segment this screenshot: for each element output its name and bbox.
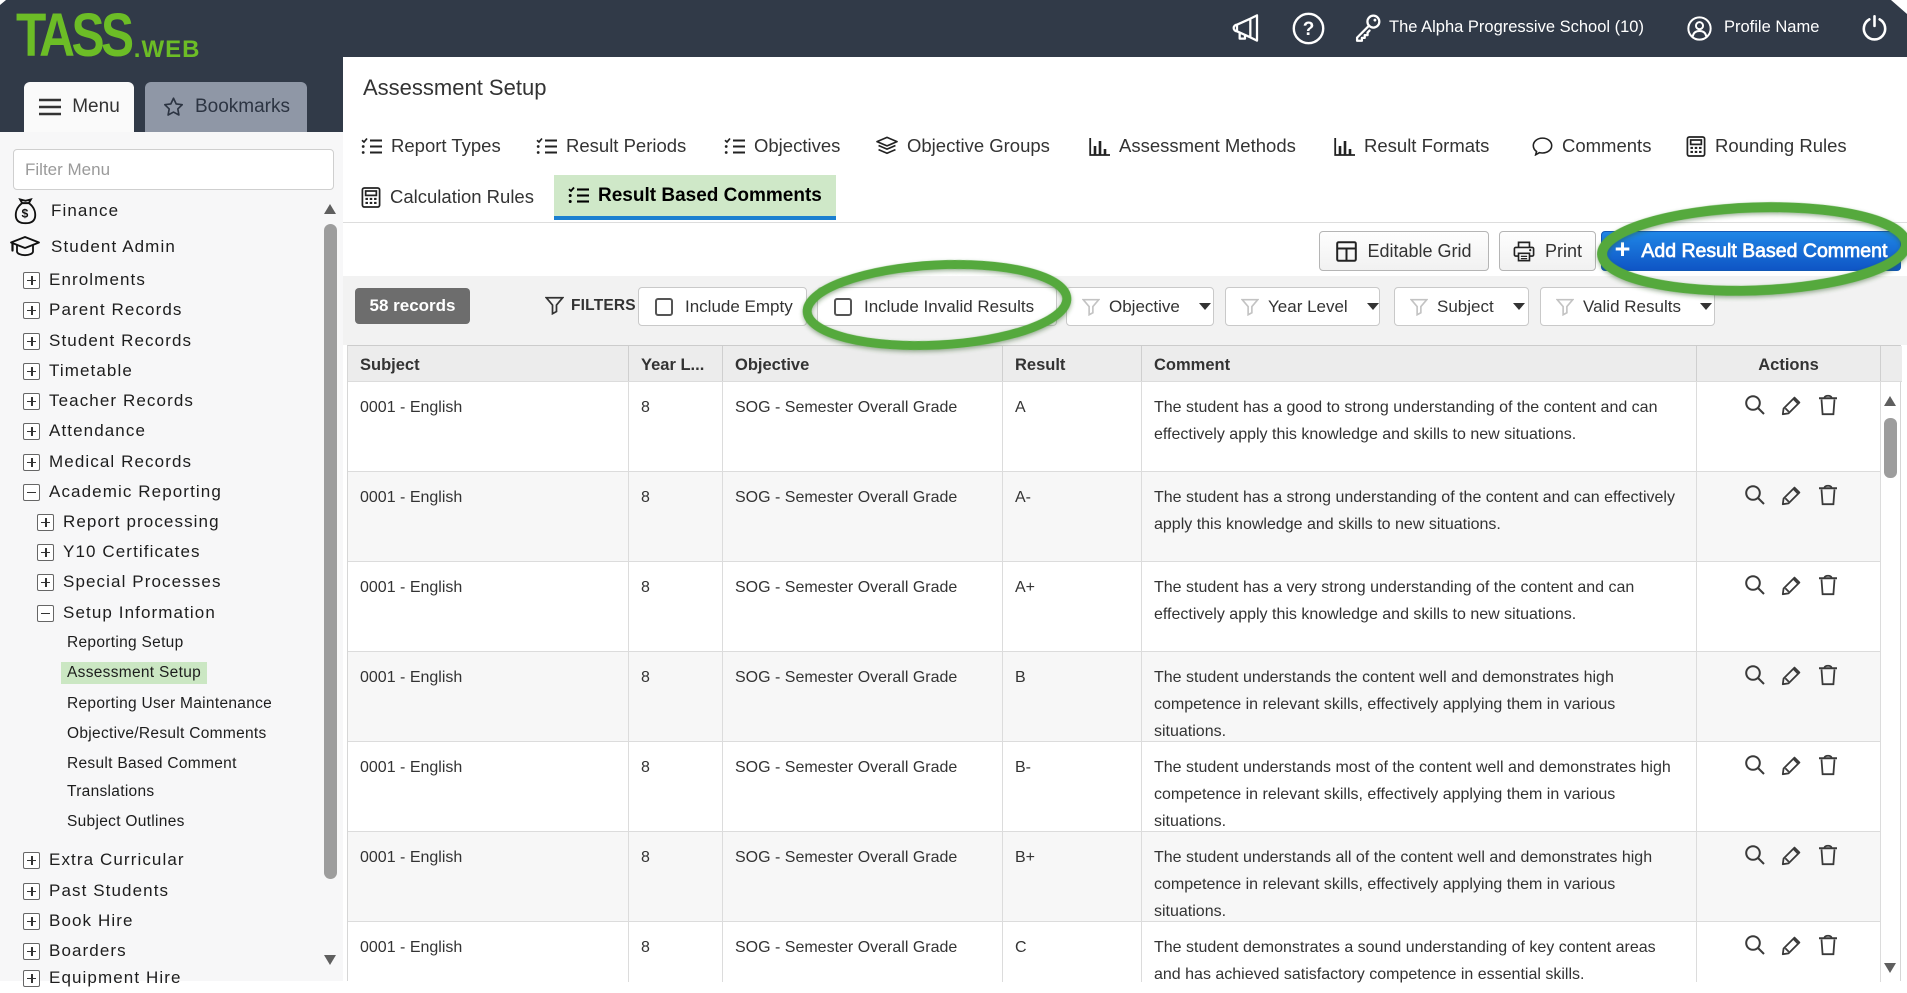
svg-text:?: ? — [1303, 19, 1315, 40]
svg-text:$: $ — [21, 206, 29, 220]
